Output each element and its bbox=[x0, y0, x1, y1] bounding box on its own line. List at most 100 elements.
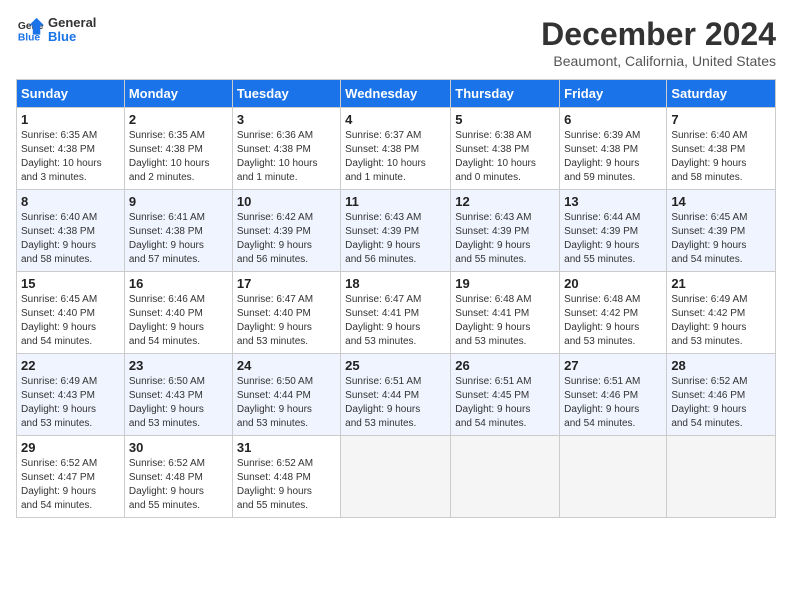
calendar-cell: 16 Sunrise: 6:46 AM Sunset: 4:40 PM Dayli… bbox=[124, 272, 232, 354]
logo: General Blue General Blue bbox=[16, 16, 96, 45]
calendar-cell: 4 Sunrise: 6:37 AM Sunset: 4:38 PM Daylig… bbox=[341, 108, 451, 190]
calendar-cell: 29 Sunrise: 6:52 AM Sunset: 4:47 PM Dayli… bbox=[17, 436, 125, 518]
calendar-cell: 3Sunrise: 6:36 AM Sunset: 4:38 PM Daylig… bbox=[232, 108, 340, 190]
calendar-cell: 6 Sunrise: 6:39 AM Sunset: 4:38 PM Daylig… bbox=[560, 108, 667, 190]
logo-line2: Blue bbox=[48, 30, 96, 44]
day-info: Sunrise: 6:51 AM Sunset: 4:45 PM Dayligh… bbox=[455, 375, 555, 431]
day-info: Sunrise: 6:38 AM Sunset: 4:38 PM Dayligh… bbox=[455, 129, 555, 185]
calendar-cell: 28 Sunrise: 6:52 AM Sunset: 4:46 PM Dayli… bbox=[667, 354, 776, 436]
day-number: 8 bbox=[21, 194, 120, 209]
calendar-cell: 2 Sunrise: 6:35 AM Sunset: 4:38 PM Daylig… bbox=[124, 108, 232, 190]
day-info: Sunrise: 6:52 AM Sunset: 4:48 PM Dayligh… bbox=[129, 457, 228, 513]
day-number: 13 bbox=[564, 194, 662, 209]
day-info: Sunrise: 6:43 AM Sunset: 4:39 PM Dayligh… bbox=[345, 211, 446, 267]
day-number: 10 bbox=[237, 194, 336, 209]
day-number: 12 bbox=[455, 194, 555, 209]
calendar-cell: 1Sunrise: 6:35 AM Sunset: 4:38 PM Daylig… bbox=[17, 108, 125, 190]
calendar-cell: 20 Sunrise: 6:48 AM Sunset: 4:42 PM Dayli… bbox=[560, 272, 667, 354]
day-number: 28 bbox=[671, 358, 771, 373]
calendar-cell: 17Sunrise: 6:47 AM Sunset: 4:40 PM Dayli… bbox=[232, 272, 340, 354]
day-number: 19 bbox=[455, 276, 555, 291]
calendar-cell: 19 Sunrise: 6:48 AM Sunset: 4:41 PM Dayli… bbox=[451, 272, 560, 354]
calendar-cell: 23 Sunrise: 6:50 AM Sunset: 4:43 PM Dayli… bbox=[124, 354, 232, 436]
calendar-cell: 27 Sunrise: 6:51 AM Sunset: 4:46 PM Dayli… bbox=[560, 354, 667, 436]
calendar-cell: 30Sunrise: 6:52 AM Sunset: 4:48 PM Dayli… bbox=[124, 436, 232, 518]
header-wednesday: Wednesday bbox=[341, 80, 451, 108]
calendar-cell: 13Sunrise: 6:44 AM Sunset: 4:39 PM Dayli… bbox=[560, 190, 667, 272]
day-number: 27 bbox=[564, 358, 662, 373]
day-info: Sunrise: 6:41 AM Sunset: 4:38 PM Dayligh… bbox=[129, 211, 228, 267]
day-number: 31 bbox=[237, 440, 336, 455]
day-number: 5 bbox=[455, 112, 555, 127]
day-info: Sunrise: 6:35 AM Sunset: 4:38 PM Dayligh… bbox=[129, 129, 228, 185]
day-number: 22 bbox=[21, 358, 120, 373]
calendar-week-4: 22 Sunrise: 6:49 AM Sunset: 4:43 PM Dayli… bbox=[17, 354, 776, 436]
day-info: Sunrise: 6:43 AM Sunset: 4:39 PM Dayligh… bbox=[455, 211, 555, 267]
day-number: 29 bbox=[21, 440, 120, 455]
header-monday: Monday bbox=[124, 80, 232, 108]
calendar-cell: 25 Sunrise: 6:51 AM Sunset: 4:44 PM Dayli… bbox=[341, 354, 451, 436]
calendar-cell bbox=[560, 436, 667, 518]
day-info: Sunrise: 6:40 AM Sunset: 4:38 PM Dayligh… bbox=[671, 129, 771, 185]
day-info: Sunrise: 6:52 AM Sunset: 4:48 PM Dayligh… bbox=[237, 457, 336, 513]
day-info: Sunrise: 6:46 AM Sunset: 4:40 PM Dayligh… bbox=[129, 293, 228, 349]
day-number: 25 bbox=[345, 358, 446, 373]
calendar-week-1: 1 Sunrise: 6:35 AM Sunset: 4:38 PM Daylig… bbox=[17, 108, 776, 190]
day-number: 16 bbox=[129, 276, 228, 291]
day-number: 24 bbox=[237, 358, 336, 373]
header-thursday: Thursday bbox=[451, 80, 560, 108]
day-info: Sunrise: 6:42 AM Sunset: 4:39 PM Dayligh… bbox=[237, 211, 336, 267]
day-info: Sunrise: 6:48 AM Sunset: 4:42 PM Dayligh… bbox=[564, 293, 662, 349]
calendar-cell bbox=[341, 436, 451, 518]
day-info: Sunrise: 6:39 AM Sunset: 4:38 PM Dayligh… bbox=[564, 129, 662, 185]
header-saturday: Saturday bbox=[667, 80, 776, 108]
calendar-cell: 10 Sunrise: 6:42 AM Sunset: 4:39 PM Dayli… bbox=[232, 190, 340, 272]
day-info: Sunrise: 6:45 AM Sunset: 4:40 PM Dayligh… bbox=[21, 293, 120, 349]
day-number: 9 bbox=[129, 194, 228, 209]
calendar-cell: 7 Sunrise: 6:40 AM Sunset: 4:38 PM Daylig… bbox=[667, 108, 776, 190]
calendar-cell: 11Sunrise: 6:43 AM Sunset: 4:39 PM Dayli… bbox=[341, 190, 451, 272]
day-number: 26 bbox=[455, 358, 555, 373]
logo-icon: General Blue bbox=[16, 16, 44, 44]
day-number: 17 bbox=[237, 276, 336, 291]
day-info: Sunrise: 6:48 AM Sunset: 4:41 PM Dayligh… bbox=[455, 293, 555, 349]
header-friday: Friday bbox=[560, 80, 667, 108]
calendar-cell: 9 Sunrise: 6:41 AM Sunset: 4:38 PM Daylig… bbox=[124, 190, 232, 272]
day-number: 23 bbox=[129, 358, 228, 373]
calendar-cell: 12 Sunrise: 6:43 AM Sunset: 4:39 PM Dayli… bbox=[451, 190, 560, 272]
calendar-cell: 14 Sunrise: 6:45 AM Sunset: 4:39 PM Dayli… bbox=[667, 190, 776, 272]
calendar-table: SundayMondayTuesdayWednesdayThursdayFrid… bbox=[16, 79, 776, 518]
header-tuesday: Tuesday bbox=[232, 80, 340, 108]
day-info: Sunrise: 6:50 AM Sunset: 4:43 PM Dayligh… bbox=[129, 375, 228, 431]
day-number: 20 bbox=[564, 276, 662, 291]
day-info: Sunrise: 6:52 AM Sunset: 4:47 PM Dayligh… bbox=[21, 457, 120, 513]
day-info: Sunrise: 6:47 AM Sunset: 4:41 PM Dayligh… bbox=[345, 293, 446, 349]
calendar-cell bbox=[451, 436, 560, 518]
day-number: 7 bbox=[671, 112, 771, 127]
day-number: 14 bbox=[671, 194, 771, 209]
calendar-week-2: 8 Sunrise: 6:40 AM Sunset: 4:38 PM Daylig… bbox=[17, 190, 776, 272]
page-subtitle: Beaumont, California, United States bbox=[541, 53, 776, 69]
calendar-cell: 18Sunrise: 6:47 AM Sunset: 4:41 PM Dayli… bbox=[341, 272, 451, 354]
calendar-week-5: 29 Sunrise: 6:52 AM Sunset: 4:47 PM Dayli… bbox=[17, 436, 776, 518]
day-info: Sunrise: 6:45 AM Sunset: 4:39 PM Dayligh… bbox=[671, 211, 771, 267]
day-number: 1 bbox=[21, 112, 120, 127]
day-info: Sunrise: 6:37 AM Sunset: 4:38 PM Dayligh… bbox=[345, 129, 446, 185]
day-number: 4 bbox=[345, 112, 446, 127]
day-number: 6 bbox=[564, 112, 662, 127]
title-area: December 2024 Beaumont, California, Unit… bbox=[541, 16, 776, 69]
day-info: Sunrise: 6:40 AM Sunset: 4:38 PM Dayligh… bbox=[21, 211, 120, 267]
day-number: 2 bbox=[129, 112, 228, 127]
calendar-cell: 26 Sunrise: 6:51 AM Sunset: 4:45 PM Dayli… bbox=[451, 354, 560, 436]
calendar-cell: 8 Sunrise: 6:40 AM Sunset: 4:38 PM Daylig… bbox=[17, 190, 125, 272]
calendar-cell: 24Sunrise: 6:50 AM Sunset: 4:44 PM Dayli… bbox=[232, 354, 340, 436]
day-info: Sunrise: 6:51 AM Sunset: 4:44 PM Dayligh… bbox=[345, 375, 446, 431]
day-info: Sunrise: 6:52 AM Sunset: 4:46 PM Dayligh… bbox=[671, 375, 771, 431]
calendar-cell: 22 Sunrise: 6:49 AM Sunset: 4:43 PM Dayli… bbox=[17, 354, 125, 436]
calendar-cell: 15Sunrise: 6:45 AM Sunset: 4:40 PM Dayli… bbox=[17, 272, 125, 354]
day-info: Sunrise: 6:49 AM Sunset: 4:43 PM Dayligh… bbox=[21, 375, 120, 431]
day-info: Sunrise: 6:51 AM Sunset: 4:46 PM Dayligh… bbox=[564, 375, 662, 431]
logo-line1: General bbox=[48, 16, 96, 30]
day-info: Sunrise: 6:49 AM Sunset: 4:42 PM Dayligh… bbox=[671, 293, 771, 349]
calendar-cell: 5 Sunrise: 6:38 AM Sunset: 4:38 PM Daylig… bbox=[451, 108, 560, 190]
